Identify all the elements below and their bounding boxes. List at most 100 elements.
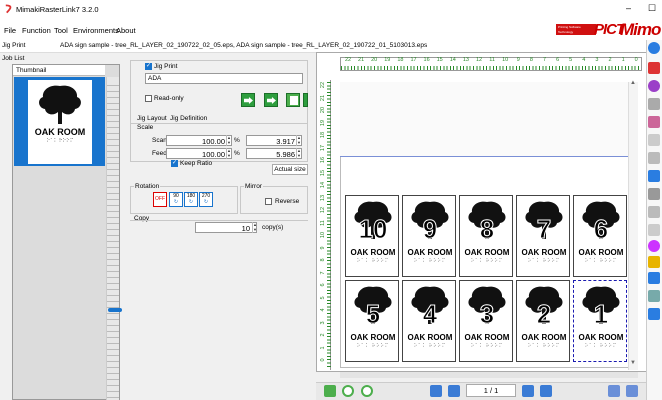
card-number: 8 (479, 214, 495, 244)
reverse-checkbox[interactable] (265, 198, 272, 205)
copy-count-input[interactable]: 10 (195, 222, 257, 233)
scan-unit: % (234, 137, 240, 144)
scan-size-spinner[interactable]: ▲ ▼ (296, 135, 301, 146)
scan-size-input[interactable]: 3.917 (246, 135, 302, 146)
next-page-button[interactable] (522, 385, 534, 397)
copy-spinner[interactable]: ▲ ▼ (252, 222, 257, 233)
feed-size-input[interactable]: 5.986 (246, 148, 302, 159)
zoom-out-icon[interactable] (361, 385, 373, 397)
actual-size-button[interactable]: Actual size (272, 164, 308, 175)
tool-icon-10[interactable] (648, 224, 660, 236)
ruler-top-number: 3 (595, 57, 599, 63)
layout-sign-card[interactable]: 1 OAK ROOM ⠕⠁⠅ ⠗⠕⠕⠍ (573, 280, 627, 362)
feed-percent-input[interactable]: 100.00 (166, 148, 232, 159)
tool-icon-8[interactable] (648, 188, 660, 200)
tree-icon (39, 85, 81, 124)
tool-icon-9[interactable] (648, 206, 660, 218)
menu-file[interactable]: File (4, 26, 16, 35)
maximize-button[interactable]: ☐ (648, 3, 656, 14)
layout-sign-card[interactable]: 4 OAK ROOM ⠕⠁⠅ ⠗⠕⠕⠍ (402, 280, 456, 362)
export-button[interactable] (264, 93, 278, 107)
card-number: 4 (422, 299, 438, 329)
layout-sign-card[interactable]: 2 OAK ROOM ⠕⠁⠅ ⠗⠕⠕⠍ (516, 280, 570, 362)
menu-environments[interactable]: Environments (73, 26, 119, 35)
app-title: MimakiRasterLink7 3.2.0 (16, 5, 99, 14)
thumbnail-title: OAK ROOM (34, 127, 86, 137)
preview-horizontal-scrollbar[interactable] (340, 372, 638, 378)
tool-icon-12[interactable] (648, 272, 660, 284)
scroll-up-icon[interactable]: ▲ (630, 80, 636, 86)
prev-page-button[interactable] (448, 385, 460, 397)
zoom-in-icon[interactable] (342, 385, 354, 397)
scale-label: Scale (137, 124, 154, 131)
tool-icon-6[interactable] (648, 152, 660, 164)
last-page-button[interactable] (540, 385, 552, 397)
layout-sign-card[interactable]: 9 OAK ROOM ⠕⠁⠅ ⠗⠕⠕⠍ (402, 195, 456, 277)
ruler-top-number: 18 (397, 57, 404, 63)
tool-icon-7[interactable] (648, 170, 660, 182)
app-logo-icon (5, 4, 12, 14)
ruler-top-number: 15 (436, 57, 443, 63)
tool-icon-1[interactable] (648, 62, 660, 74)
card-braille: ⠕⠁⠅ ⠗⠕⠕⠍ (356, 343, 390, 348)
rotation-270-button[interactable]: 270 ↻ (199, 192, 213, 207)
menu-about[interactable]: About (116, 26, 136, 35)
feed-size-spinner[interactable]: ▲ ▼ (296, 148, 301, 159)
zoom-slider-handle[interactable] (108, 308, 122, 312)
read-only-checkbox[interactable] (145, 95, 152, 102)
keep-ratio-label: Keep Ratio (180, 160, 213, 167)
rotation-180-button[interactable]: 180 ↻ (184, 192, 198, 207)
star-icon[interactable] (648, 256, 660, 268)
keep-ratio-checkbox[interactable]: ✓ (171, 160, 178, 167)
feed-spinner[interactable]: ▲ ▼ (226, 148, 231, 159)
ruler-top-number: 14 (449, 57, 456, 63)
tab-jig-layout[interactable]: Jig Layout (137, 115, 167, 122)
layout-sign-card[interactable]: 7 OAK ROOM ⠕⠁⠅ ⠗⠕⠕⠍ (516, 195, 570, 277)
more-button[interactable] (303, 93, 308, 107)
layout-sign-card[interactable]: 5 OAK ROOM ⠕⠁⠅ ⠗⠕⠕⠍ (345, 280, 399, 362)
save-button[interactable] (286, 93, 300, 107)
layout-sign-card[interactable]: 3 OAK ROOM ⠕⠁⠅ ⠗⠕⠕⠍ (459, 280, 513, 362)
rotate-icon: ↻ (203, 199, 209, 205)
scroll-down-icon[interactable]: ▼ (630, 360, 636, 366)
ruler-top-number: 8 (529, 57, 533, 63)
rotation-90-button[interactable]: 90 ↻ (169, 192, 183, 207)
ruler-left-number: 8 (320, 258, 326, 262)
import-button[interactable] (241, 93, 255, 107)
tool-icon-14[interactable] (648, 308, 660, 320)
jig-name-input[interactable] (145, 73, 303, 84)
jig-print-checkbox[interactable]: ✓ (145, 63, 152, 70)
ruler-top-number: 6 (556, 57, 560, 63)
fit-view-button[interactable] (324, 385, 336, 397)
menu-function[interactable]: Function (22, 26, 51, 35)
thumbnail-card: OAK ROOM ⠕⠁⠅ ⠗⠕⠕⠍ (28, 80, 92, 164)
refresh-icon[interactable] (626, 385, 638, 397)
layout-sign-card[interactable]: 8 OAK ROOM ⠕⠁⠅ ⠗⠕⠕⠍ (459, 195, 513, 277)
minimize-button[interactable]: – (626, 3, 631, 13)
layout-sign-card[interactable]: 6 OAK ROOM ⠕⠁⠅ ⠗⠕⠕⠍ (573, 195, 627, 277)
card-title: OAK ROOM (350, 248, 396, 257)
scan-spinner[interactable]: ▲ ▼ (226, 135, 231, 146)
tool-icon-4[interactable] (648, 116, 660, 128)
ruler-left-number: 13 (320, 194, 326, 201)
ruler-left-number: 14 (320, 181, 326, 189)
tool-icon-5[interactable] (648, 134, 660, 146)
tool-icon-13[interactable] (648, 290, 660, 302)
ruler-top-number: 19 (384, 57, 391, 63)
feed-label: Feed (152, 150, 167, 157)
reverse-label: Reverse (275, 198, 300, 205)
card-title: OAK ROOM (464, 248, 510, 257)
menu-tool[interactable]: Tool (54, 26, 68, 35)
tab-jig-definition[interactable]: Jig Definition (170, 115, 207, 122)
layout-sign-card[interactable]: 10 OAK ROOM ⠕⠁⠅ ⠗⠕⠕⠍ (345, 195, 399, 277)
print-area-boundary (340, 82, 638, 157)
print-preview-button[interactable] (608, 385, 620, 397)
tool-icon-11[interactable] (648, 240, 660, 252)
tool-icon-2[interactable] (648, 80, 660, 92)
scan-percent-input[interactable]: 100.00 (166, 135, 232, 146)
first-page-button[interactable] (430, 385, 442, 397)
preview-vertical-scrollbar[interactable] (628, 82, 638, 370)
tool-icon-3[interactable] (648, 98, 660, 110)
rotation-off-button[interactable]: OFF (153, 192, 167, 207)
info-icon[interactable] (648, 42, 660, 54)
